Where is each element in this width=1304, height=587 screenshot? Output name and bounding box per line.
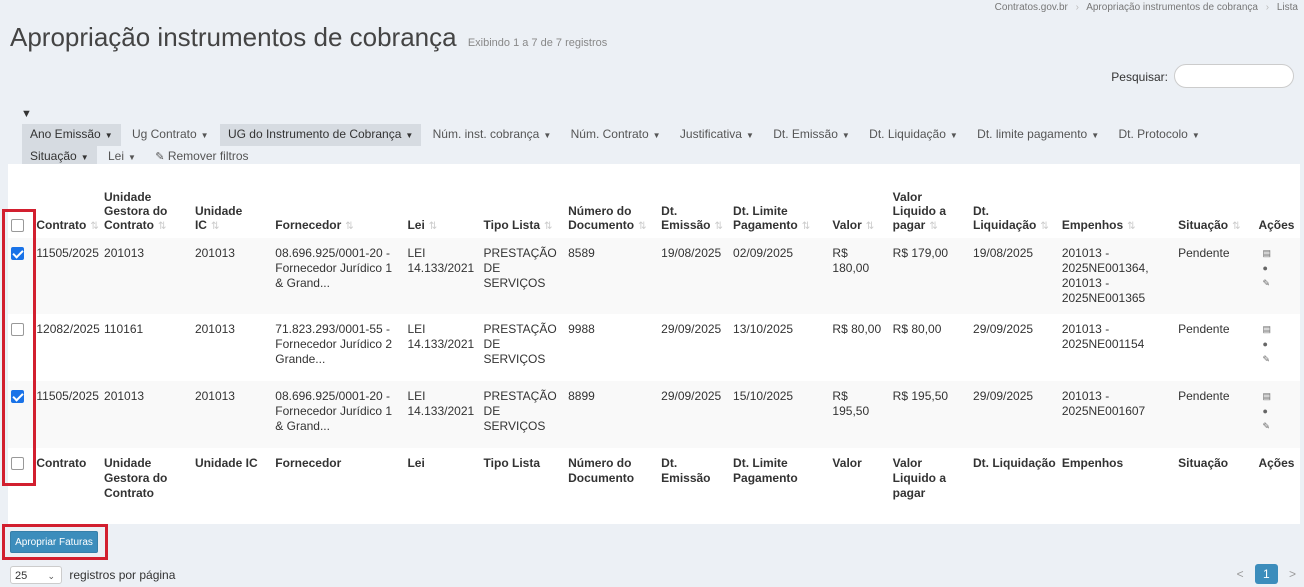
data-table: Contrato ⇅ Unidade Gestora do Contrato ⇅ U…	[8, 164, 1300, 509]
caret-down-icon: ▼	[543, 131, 552, 140]
page-1-button[interactable]: 1	[1254, 564, 1278, 584]
breadcrumb-current: Lista	[1276, 2, 1298, 13]
edit-icon[interactable]: ✎	[1262, 419, 1297, 434]
column-header[interactable]: Dt. Liquidação ⇅	[970, 164, 1059, 238]
sort-icon: ⇅	[428, 221, 438, 232]
caret-down-icon: ▼	[80, 153, 89, 162]
eraser-icon: ✎	[155, 151, 165, 163]
per-page-label: registros por página	[69, 568, 176, 582]
sort-icon: ⇅	[714, 221, 723, 232]
chevron-down-icon: ⌄	[47, 571, 55, 581]
caret-down-icon: ▼	[1091, 131, 1100, 140]
sort-icon: ⇅	[1232, 221, 1241, 232]
prev-page-button[interactable]: <	[1237, 567, 1244, 581]
column-header[interactable]: Tipo Lista ⇅	[481, 164, 566, 238]
eye-icon[interactable]: ●	[1262, 337, 1297, 352]
sort-icon: ⇅	[90, 221, 99, 232]
row-checkbox[interactable]	[11, 323, 24, 337]
search-input[interactable]	[1174, 64, 1294, 88]
edit-icon[interactable]: ✎	[1262, 276, 1297, 291]
eye-icon[interactable]: ●	[1262, 404, 1297, 419]
column-header[interactable]: Situação ⇅	[1175, 164, 1255, 238]
filter-ano-emissao[interactable]: Ano Emissão ▼	[22, 124, 121, 146]
filter-dt-protocolo[interactable]: Dt. Protocolo ▼	[1110, 124, 1207, 146]
table-row: 11505/2025 201013 201013 08.696.925/0001…	[8, 238, 1300, 314]
column-header[interactable]: Contrato ⇅	[33, 164, 101, 238]
row-checkbox[interactable]	[11, 390, 24, 404]
caret-down-icon: ▼	[104, 131, 113, 140]
next-page-button[interactable]: >	[1289, 567, 1296, 581]
filter-dt-emissao[interactable]: Dt. Emissão ▼	[765, 124, 858, 146]
caret-down-icon: ▼	[841, 131, 850, 140]
table-header-row: Contrato ⇅ Unidade Gestora do Contrato ⇅ U…	[8, 164, 1300, 238]
pagination: < 1 >	[1237, 564, 1296, 584]
records-info: Exibindo 1 a 7 de 7 registros	[467, 37, 608, 49]
filter-ug-instrumento-cobranca[interactable]: UG do Instrumento de Cobrança ▼	[219, 124, 422, 146]
column-header[interactable]: Unidade IC ⇅	[192, 164, 272, 238]
table-row: 12082/2025 110161 201013 71.823.293/0001…	[8, 314, 1300, 381]
caret-down-icon: ▼	[949, 131, 958, 140]
caret-down-icon: ▼	[652, 131, 661, 140]
document-icon[interactable]: ▤	[1262, 246, 1297, 261]
breadcrumb-home-link[interactable]: Contratos.gov.br	[995, 2, 1068, 13]
column-header[interactable]: Valor Liquido a pagar ⇅	[890, 164, 970, 238]
filter-justificativa[interactable]: Justificativa ▼	[672, 124, 762, 146]
column-header[interactable]: Empenhos ⇅	[1059, 164, 1175, 238]
sort-icon: ⇅	[638, 221, 647, 232]
caret-down-icon: ▼	[745, 131, 754, 140]
select-all-footer-checkbox[interactable]	[11, 457, 24, 471]
select-all-checkbox[interactable]	[11, 219, 24, 232]
sort-icon: ⇅	[801, 221, 811, 232]
sort-icon: ⇅	[865, 221, 875, 232]
column-header[interactable]: Unidade Gestora do Contrato ⇅	[101, 164, 192, 238]
caret-down-icon: ▼	[127, 153, 136, 162]
sort-icon: ⇅	[1040, 221, 1049, 232]
sort-icon: ⇅	[1127, 221, 1136, 232]
apropriar-faturas-button[interactable]: Apropriar Faturas	[10, 531, 98, 553]
filter-icon: ▼	[21, 108, 32, 120]
sort-icon: ⇅	[345, 221, 354, 232]
column-header[interactable]: Dt. Emissão ⇅	[658, 164, 730, 238]
page-title-text: Apropriação instrumentos de cobrança	[10, 22, 457, 52]
sort-icon: ⇅	[158, 221, 167, 232]
filter-dt-limite-pagamento[interactable]: Dt. limite pagamento ▼	[969, 124, 1107, 146]
edit-icon[interactable]: ✎	[1262, 352, 1297, 367]
breadcrumb: Contratos.gov.br › Apropriação instrumen…	[995, 2, 1298, 13]
document-icon[interactable]: ▤	[1262, 389, 1297, 404]
row-checkbox[interactable]	[11, 247, 24, 261]
row-actions: ▤ ● ✎	[1255, 238, 1300, 314]
column-header-acoes: Ações	[1258, 218, 1295, 232]
column-header[interactable]: Lei ⇅	[404, 164, 480, 238]
breadcrumb-separator: ›	[1265, 2, 1270, 13]
filter-dt-liquidacao[interactable]: Dt. Liquidação ▼	[861, 124, 966, 146]
table-row: 11505/2025 201013 201013 08.696.925/0001…	[8, 381, 1300, 448]
per-page-control: 25 ⌄ registros por página	[10, 566, 175, 584]
document-icon[interactable]: ▤	[1262, 322, 1297, 337]
caret-down-icon: ▼	[1191, 131, 1200, 140]
column-header[interactable]: Dt. Limite Pagamento ⇅	[730, 164, 829, 238]
page-title: Apropriação instrumentos de cobrança Exi…	[10, 22, 607, 53]
sort-icon: ⇅	[929, 221, 938, 232]
breadcrumb-separator: ›	[1075, 2, 1079, 13]
select-all-header[interactable]	[8, 164, 33, 238]
data-table-container: Contrato ⇅ Unidade Gestora do Contrato ⇅ U…	[8, 164, 1300, 524]
filter-num-inst-cobranca[interactable]: Núm. inst. cobrança ▼	[425, 124, 560, 146]
sort-icon: ⇅	[544, 221, 553, 232]
breadcrumb-section-link[interactable]: Apropriação instrumentos de cobrança	[1086, 2, 1258, 13]
caret-down-icon: ▼	[200, 131, 209, 140]
filter-num-contrato[interactable]: Núm. Contrato ▼	[563, 124, 669, 146]
sort-icon: ⇅	[210, 221, 220, 232]
eye-icon[interactable]: ●	[1262, 261, 1297, 276]
column-header[interactable]: Valor ⇅	[829, 164, 889, 238]
column-header[interactable]: Número do Documento ⇅	[565, 164, 658, 238]
row-actions: ▤ ● ✎	[1255, 381, 1300, 448]
filter-bar: Ano Emissão ▼ Ug Contrato ▼ UG do Instrume…	[22, 124, 1252, 168]
table-footer-row: Contrato Unidade Gestora do Contrato Uni…	[8, 448, 1300, 509]
search-label: Pesquisar:	[1111, 70, 1168, 84]
caret-down-icon: ▼	[405, 131, 414, 140]
filter-ug-contrato[interactable]: Ug Contrato ▼	[124, 124, 217, 146]
per-page-select[interactable]: 25 ⌄	[10, 566, 62, 584]
column-header[interactable]: Fornecedor ⇅	[272, 164, 404, 238]
row-actions: ▤ ● ✎	[1255, 314, 1300, 381]
